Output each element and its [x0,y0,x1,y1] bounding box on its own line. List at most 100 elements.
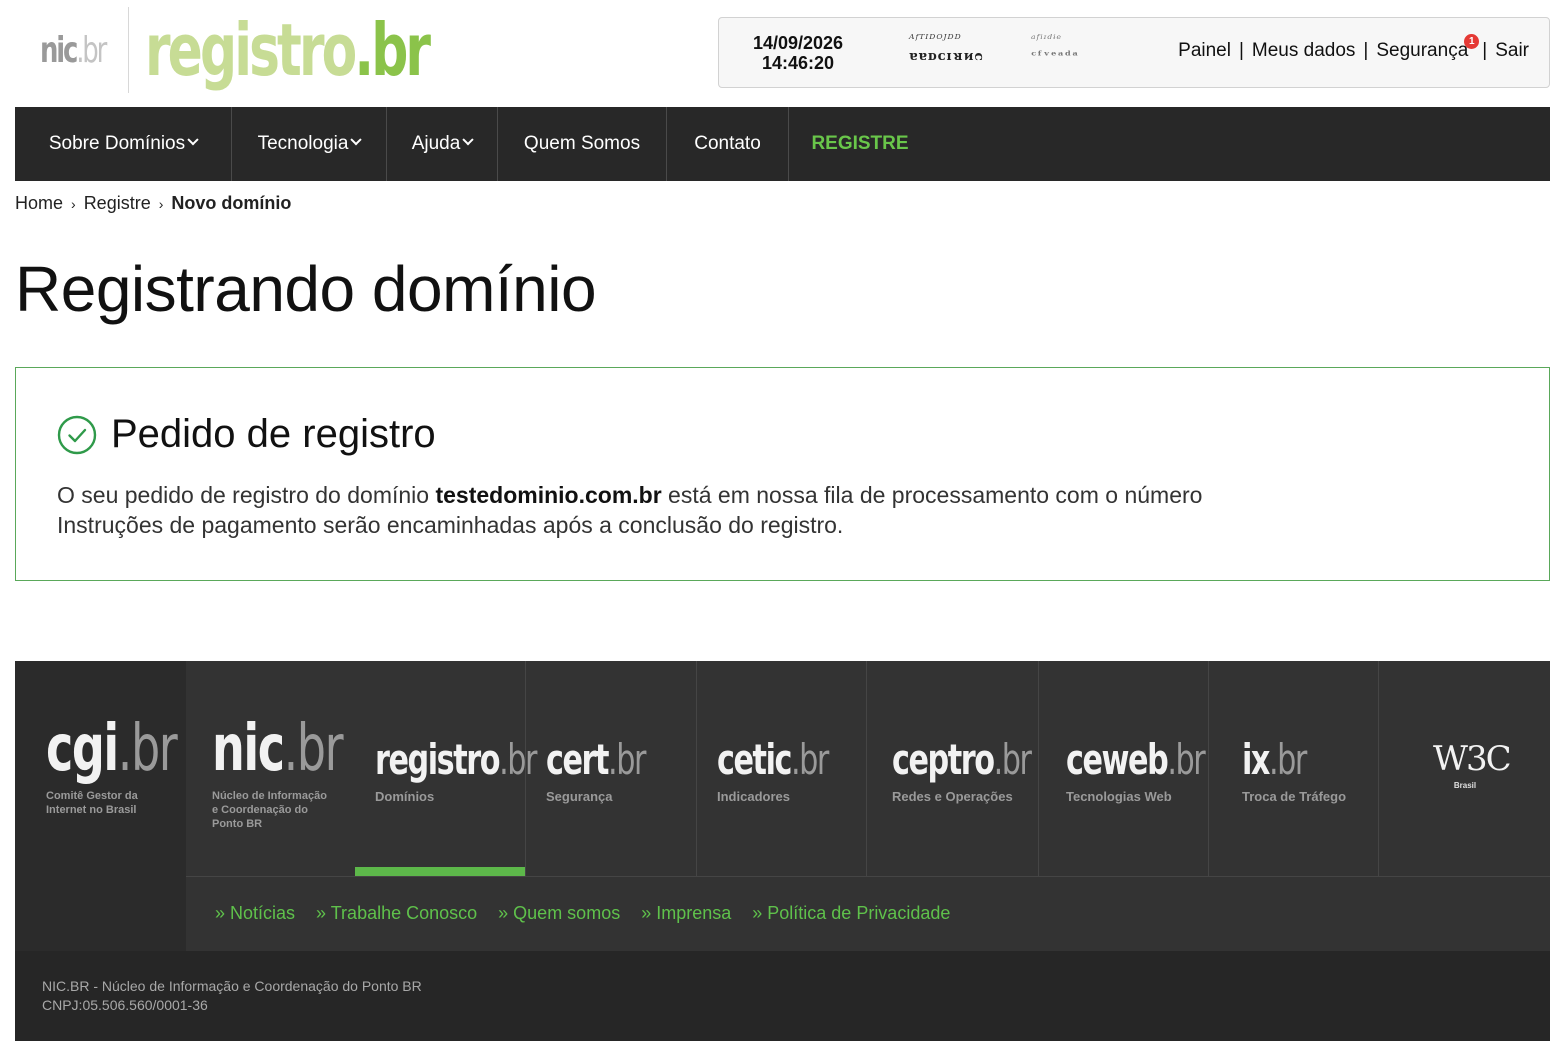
separator: | [1363,40,1369,61]
ceptro-footer-logo-text: ceptro [892,735,995,784]
nic-footer-subtitle-line2: e Coordenação do [212,804,308,816]
nic-footer-subtitle: Núcleo de Informação e Coordenação do Po… [212,789,355,831]
registro-logo-br: .br [354,8,432,92]
w3c-logo-subtitle: Brasil [1453,781,1477,790]
nic-br-logo[interactable]: nic.br [40,29,107,71]
nav-sobre-dominios-label: Sobre Domínios [48,133,186,154]
site-logo[interactable]: nic.br registro.br [40,6,539,94]
message-text-before: O seu pedido de registro do domínio [57,482,436,508]
security-image-a-line2: ɐɐᴅᴄɪᴚᴎᴒ [909,49,984,64]
chevron-down-icon [187,134,199,146]
cgi-logo-br: .br [117,712,178,786]
security-image-a: ᴬᶠᵀᴵᴰᴼᴶᴰᴰ ɐɐᴅᴄɪᴚᴎᴒ [909,32,984,64]
breadcrumb-separator: › [158,195,164,212]
nic-footer-subtitle-line3: Ponto BR [212,818,263,830]
ix-footer-logo-mark: ix.br [1242,739,1340,781]
session-time: 14:46:20 [761,53,835,73]
ix-footer-logo-text: ix [1242,735,1270,784]
nic-footer-subtitle-line1: Núcleo de Informação [212,790,327,802]
ceptro-br-footer-logo[interactable]: ceptro.br Redes e Operações [867,661,1039,876]
ix-footer-subtitle: Troca de Tráfego [1242,789,1347,804]
cgi-logo-mark: cgi.br [46,717,178,781]
sair-link[interactable]: Sair [1495,40,1529,62]
footer-divider [186,876,1550,877]
footer-links: » Notícias » Trabalhe Conosco » Quem som… [215,903,950,924]
footer-link-privacidade[interactable]: » Política de Privacidade [752,903,950,924]
w3c-brasil-footer-logo[interactable]: W3C Brasil [1379,661,1550,876]
ceptro-footer-logo-mark: ceptro.br [892,739,1032,781]
panel-message: O seu pedido de registro do domínio test… [57,480,1202,540]
nic-logo-text: nic [40,29,78,71]
domain-name: testedominio.com.br [435,482,662,508]
chevron-down-icon [350,134,363,146]
breadcrumb-separator: › [71,195,76,212]
nav-ajuda-label: Ajuda [411,133,461,154]
nic-logo-br: .br [76,29,107,71]
ceweb-br-footer-logo[interactable]: ceweb.br Tecnologias Web [1039,661,1209,876]
nav-sobre-dominios[interactable]: Sobre Domínios [15,107,232,181]
ceweb-footer-logo-br: .br [1167,735,1205,784]
breadcrumb-current: Novo domínio [171,193,292,213]
panel-header: Pedido de registro [57,412,436,457]
footer-link-quem-somos[interactable]: » Quem somos [498,903,620,924]
footer-link-noticias[interactable]: » Notícias [215,903,295,924]
separator: | [1238,40,1244,61]
cert-footer-logo-br: .br [608,735,646,784]
panel-title: Pedido de registro [111,412,436,456]
cgi-logo-text: cgi [46,712,119,786]
security-image-b-line1: ᵃᶠⁱᶦᵈᶤᵉ [1031,32,1062,46]
session-status-box: 14/09/2026 14:46:20 ᴬᶠᵀᴵᴰᴼᴶᴰᴰ ɐɐᴅᴄɪᴚᴎᴒ ᵃ… [718,17,1550,88]
registration-result-panel: Pedido de registro O seu pedido de regis… [15,367,1550,581]
seguranca-link-label: Segurança [1376,40,1469,61]
nic-footer-logo-br: .br [283,712,344,786]
site-footer: cgi.br Comitê Gestor da Internet no Bras… [15,661,1550,1041]
registro-br-footer-logo[interactable]: registro.br Domínios [355,661,537,876]
nic-footer-logo-mark: nic.br [212,717,344,781]
logo-divider [128,7,130,93]
check-circle-icon [57,415,97,454]
cetic-footer-subtitle: Indicadores [717,789,790,804]
cetic-footer-logo-br: .br [790,735,829,784]
session-datetime: 14/09/2026 14:46:20 [743,33,853,73]
ix-footer-logo-br: .br [1269,735,1307,784]
footer-legal-name: NIC.BR - Núcleo de Informação e Coordena… [42,978,422,994]
session-date: 14/09/2026 [752,33,844,53]
page-title: Registrando domínio [15,253,597,325]
cert-footer-logo-text: cert [546,735,609,784]
security-image-b: ᵃᶠⁱᶦᵈᶤᵉ ᶜᶠᵛᵉᵃᵈᵃ [1031,32,1079,64]
registro-logo-text: registro [145,8,357,92]
nic-br-footer-logo[interactable]: nic.br Núcleo de Informação e Coordenaçã… [186,661,355,876]
cetic-footer-logo-mark: cetic.br [717,739,829,781]
painel-link[interactable]: Painel [1178,40,1231,62]
nav-contato[interactable]: Contato [667,107,789,181]
footer-org-logos: nic.br Núcleo de Informação e Coordenaçã… [186,661,1550,876]
separator: | [1482,40,1488,61]
nav-registre[interactable]: REGISTRE [789,107,931,181]
ceweb-footer-subtitle: Tecnologias Web [1066,789,1172,804]
seguranca-link[interactable]: Segurança 1 [1376,34,1480,62]
user-menu: Painel | Meus dados | Segurança 1 | Sair [1178,34,1529,62]
registro-footer-logo-mark: registro.br [375,739,537,781]
footer-link-trabalhe-conosco[interactable]: » Trabalhe Conosco [316,903,477,924]
breadcrumb-registre[interactable]: Registre [84,193,151,214]
footer-link-imprensa[interactable]: » Imprensa [641,903,731,924]
ceptro-footer-subtitle: Redes e Operações [892,789,1013,804]
cert-footer-logo-mark: cert.br [546,739,654,781]
nav-quem-somos[interactable]: Quem Somos [498,107,667,181]
cetic-footer-logo-text: cetic [717,735,792,784]
cert-br-footer-logo[interactable]: cert.br Segurança [526,661,697,876]
ix-br-footer-logo[interactable]: ix.br Troca de Tráfego [1209,661,1379,876]
registro-footer-logo-text: registro [375,735,501,784]
chevron-down-icon [462,134,474,146]
registro-br-logo[interactable]: registro.br [145,14,431,86]
nav-tecnologia[interactable]: Tecnologia [232,107,387,181]
breadcrumb: Home › Registre › Novo domínio [15,193,291,214]
nic-footer-logo-text: nic [212,712,285,786]
main-nav: Sobre Domínios Tecnologia Ajuda Quem Som… [15,107,1550,181]
breadcrumb-home[interactable]: Home [15,193,63,214]
cetic-br-footer-logo[interactable]: cetic.br Indicadores [697,661,867,876]
nav-ajuda[interactable]: Ajuda [387,107,498,181]
meus-dados-link[interactable]: Meus dados [1252,40,1356,62]
message-text-after: está em nossa fila de processamento com … [661,482,1203,508]
ceweb-footer-logo-mark: ceweb.br [1066,739,1206,781]
